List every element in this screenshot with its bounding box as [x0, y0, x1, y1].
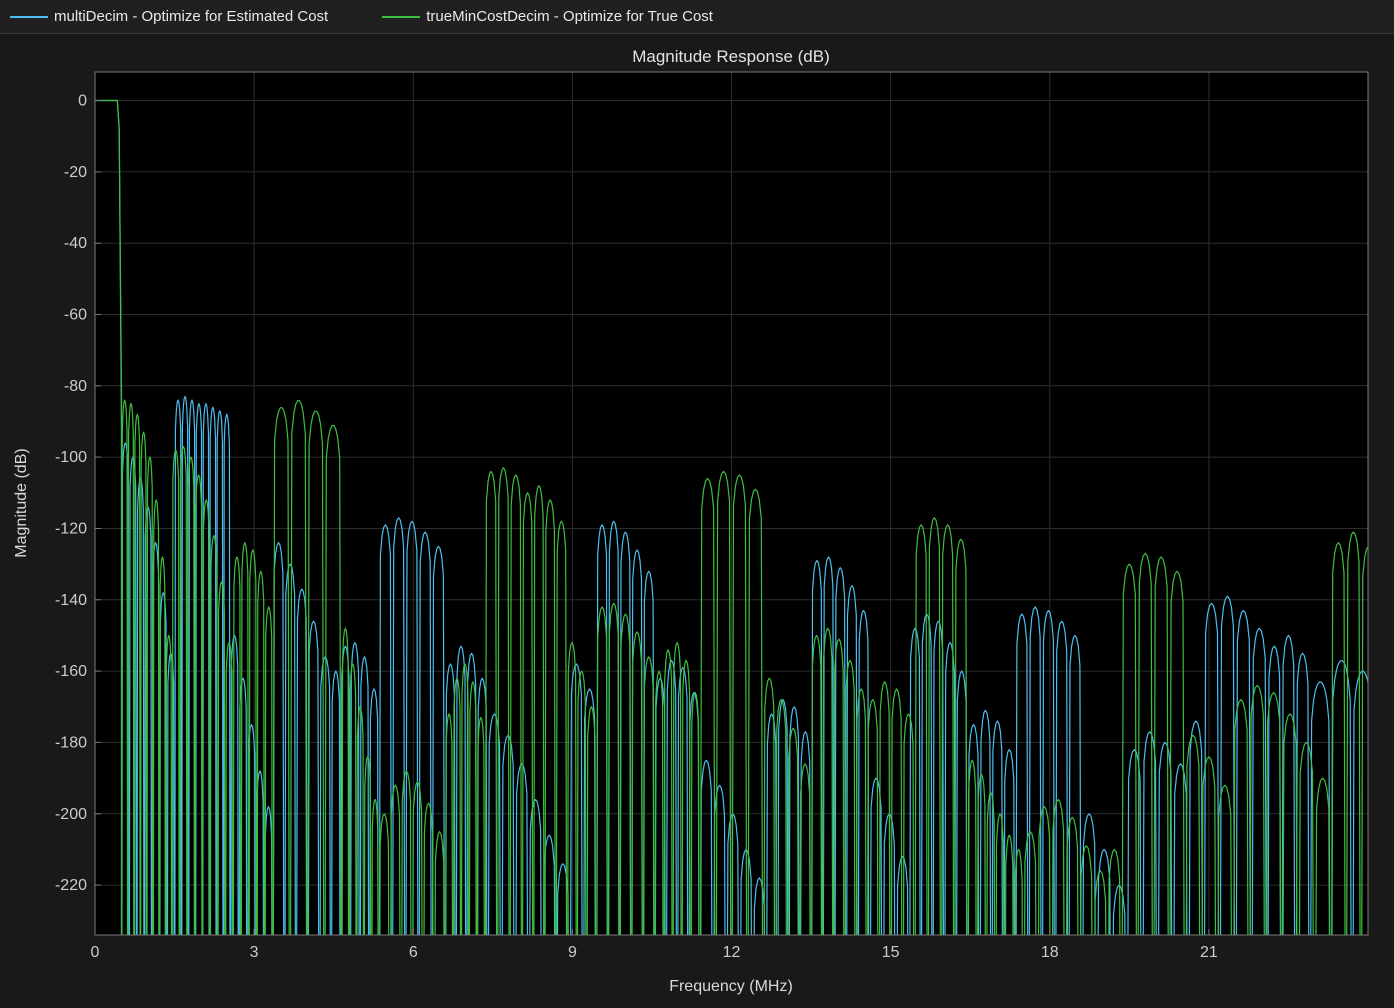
y-tick-label: 0: [78, 93, 87, 110]
legend-bar: multiDecim - Optimize for Estimated Cost…: [0, 0, 1394, 34]
plot-area: 0 3 6 9 12 15 18 21 0 -20 -40 -60 -80 -100 -120 -140 -16…: [0, 34, 1394, 1008]
x-tick-label: 6: [409, 944, 418, 961]
legend-line-swatch-cyan: [10, 16, 48, 18]
x-axis-label: Frequency (MHz): [669, 978, 793, 995]
x-tick-label: 0: [91, 944, 100, 961]
x-tick-label: 3: [250, 944, 259, 961]
y-tick-label: -60: [64, 307, 87, 324]
x-tick-label: 12: [723, 944, 741, 961]
y-tick-label: -160: [55, 663, 87, 680]
x-tick-label: 15: [882, 944, 900, 961]
legend-label: trueMinCostDecim - Optimize for True Cos…: [426, 9, 713, 24]
chart-title: Magnitude Response (dB): [632, 47, 830, 66]
y-tick-label: -140: [55, 592, 87, 609]
legend-item-truemincostdecim[interactable]: trueMinCostDecim - Optimize for True Cos…: [382, 9, 713, 24]
y-tick-label: -40: [64, 235, 87, 252]
legend-item-multidecim[interactable]: multiDecim - Optimize for Estimated Cost: [10, 9, 328, 24]
x-tick-label: 9: [568, 944, 577, 961]
y-tick-label: -220: [55, 877, 87, 894]
legend-label: multiDecim - Optimize for Estimated Cost: [54, 9, 328, 24]
y-tick-label: -200: [55, 806, 87, 823]
plot-canvas[interactable]: 0 3 6 9 12 15 18 21 0 -20 -40 -60 -80 -100 -120 -140 -16…: [0, 34, 1394, 1008]
legend-line-swatch-green: [382, 16, 420, 18]
y-tick-label: -80: [64, 378, 87, 395]
y-axis-label: Magnitude (dB): [13, 448, 30, 557]
y-tick-label: -100: [55, 449, 87, 466]
figure-window: multiDecim - Optimize for Estimated Cost…: [0, 0, 1394, 1008]
x-tick-label: 21: [1200, 944, 1218, 961]
y-tick-label: -20: [64, 164, 87, 181]
x-tick-label: 18: [1041, 944, 1059, 961]
y-tick-label: -120: [55, 521, 87, 538]
y-tick-label: -180: [55, 734, 87, 751]
